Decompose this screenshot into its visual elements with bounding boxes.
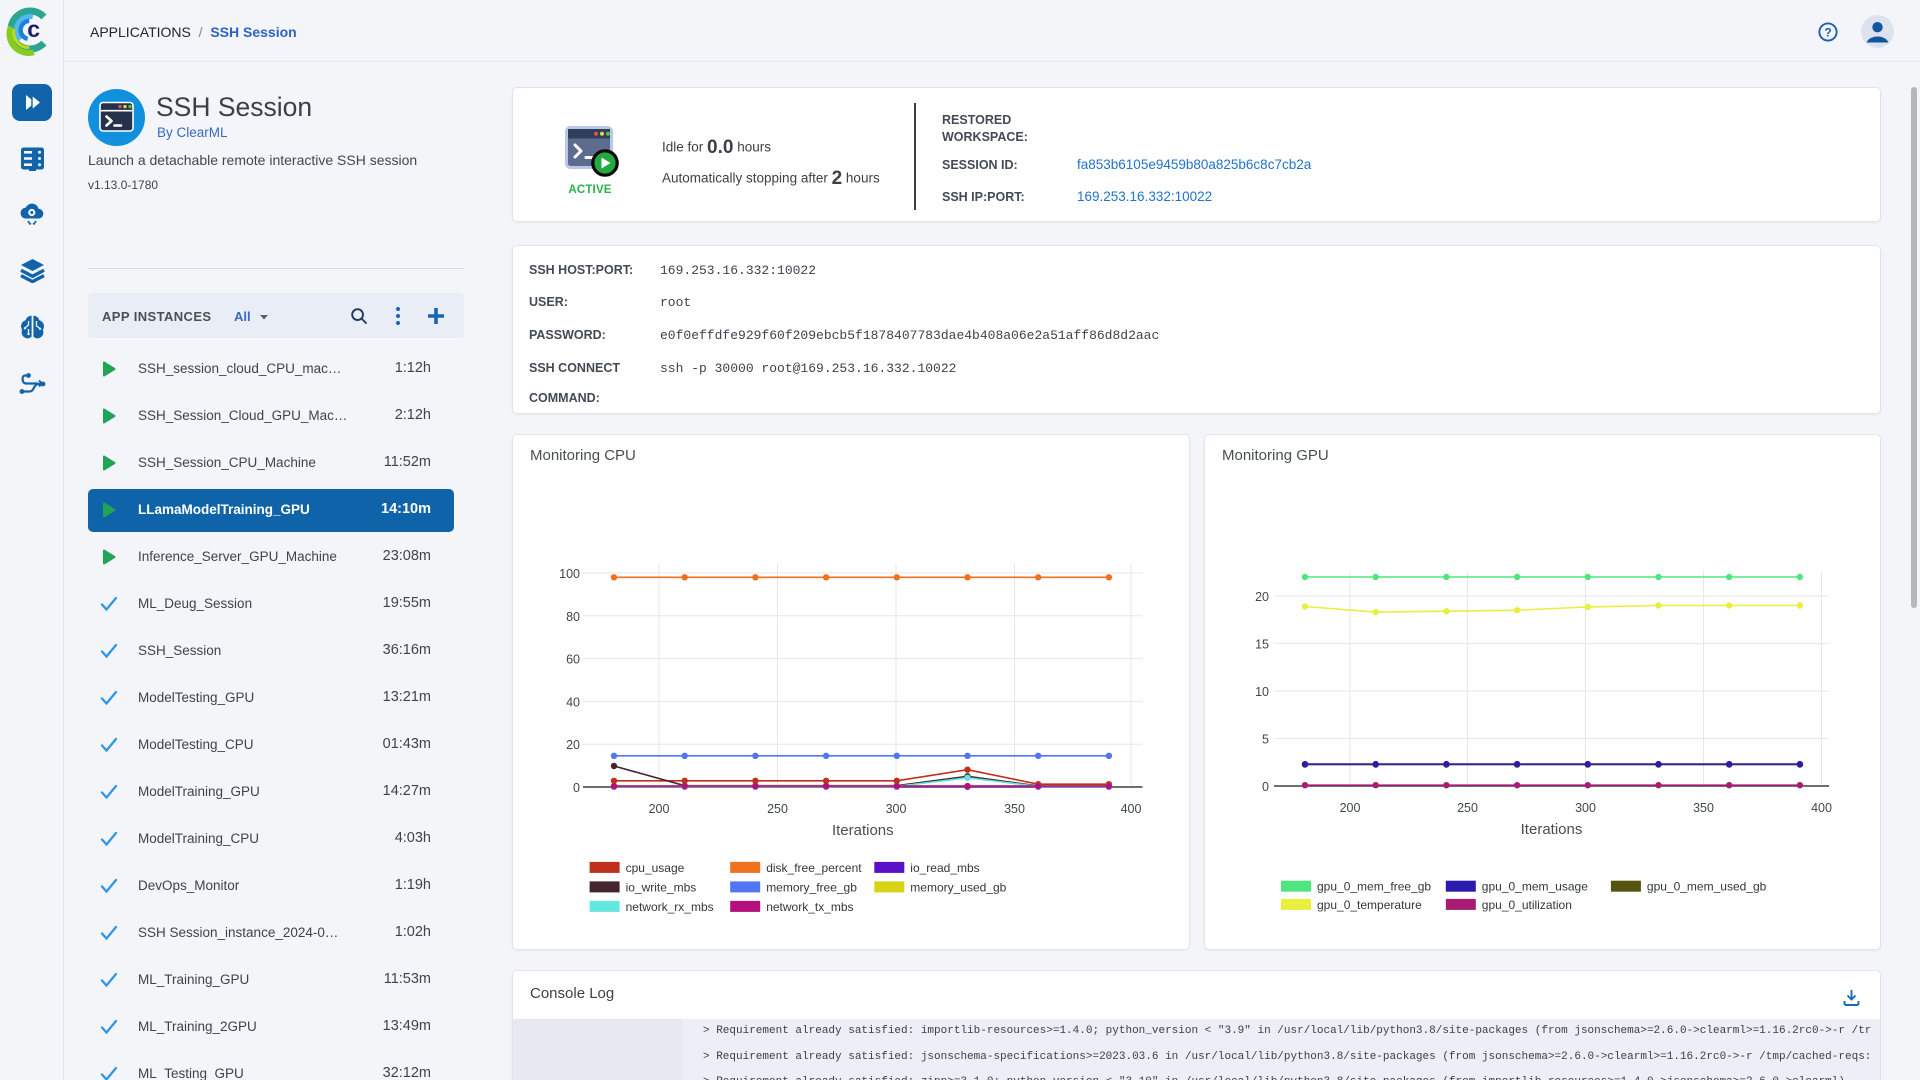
svg-text:disk_free_percent: disk_free_percent <box>766 861 862 875</box>
svg-text:200: 200 <box>1340 801 1361 815</box>
svg-text:400: 400 <box>1811 801 1832 815</box>
svg-text:300: 300 <box>886 802 907 816</box>
svg-text:250: 250 <box>1457 801 1478 815</box>
svg-text:200: 200 <box>649 802 670 816</box>
svg-text:60: 60 <box>566 653 580 667</box>
svg-text:0: 0 <box>573 781 580 795</box>
svg-text:250: 250 <box>767 802 788 816</box>
svg-text:gpu_0_mem_free_gb: gpu_0_mem_free_gb <box>1317 880 1431 894</box>
svg-text:15: 15 <box>1255 638 1269 652</box>
svg-text:memory_used_gb: memory_used_gb <box>910 880 1006 894</box>
svg-text:40: 40 <box>566 695 580 709</box>
svg-text:io_read_mbs: io_read_mbs <box>910 861 979 875</box>
svg-text:10: 10 <box>1255 685 1269 699</box>
svg-text:20: 20 <box>566 738 580 752</box>
svg-text:300: 300 <box>1575 801 1596 815</box>
svg-text:Monitoring GPU: Monitoring GPU <box>1222 447 1329 464</box>
svg-text:network_tx_mbs: network_tx_mbs <box>766 900 853 914</box>
svg-text:gpu_0_mem_used_gb: gpu_0_mem_used_gb <box>1647 880 1767 894</box>
svg-text:gpu_0_utilization: gpu_0_utilization <box>1482 898 1572 912</box>
svg-text:memory_free_gb: memory_free_gb <box>766 880 857 894</box>
svg-text:cpu_usage: cpu_usage <box>626 861 685 875</box>
svg-text:c: c <box>27 16 40 42</box>
svg-text:gpu_0_temperature: gpu_0_temperature <box>1317 898 1422 912</box>
svg-text:80: 80 <box>566 610 580 624</box>
svg-text:400: 400 <box>1121 802 1142 816</box>
svg-text:5: 5 <box>1262 733 1269 747</box>
svg-text:gpu_0_mem_usage: gpu_0_mem_usage <box>1482 880 1588 894</box>
svg-text:20: 20 <box>1255 590 1269 604</box>
svg-text:100: 100 <box>559 567 580 581</box>
svg-text:Monitoring CPU: Monitoring CPU <box>530 447 636 464</box>
svg-text:Iterations: Iterations <box>1521 821 1583 838</box>
svg-text:io_write_mbs: io_write_mbs <box>626 880 697 894</box>
svg-text:network_rx_mbs: network_rx_mbs <box>626 900 714 914</box>
svg-text:0: 0 <box>1262 780 1269 794</box>
svg-text:350: 350 <box>1693 801 1714 815</box>
svg-text:350: 350 <box>1004 802 1025 816</box>
svg-text:Iterations: Iterations <box>832 822 894 839</box>
svg-text:?: ? <box>1824 25 1831 39</box>
